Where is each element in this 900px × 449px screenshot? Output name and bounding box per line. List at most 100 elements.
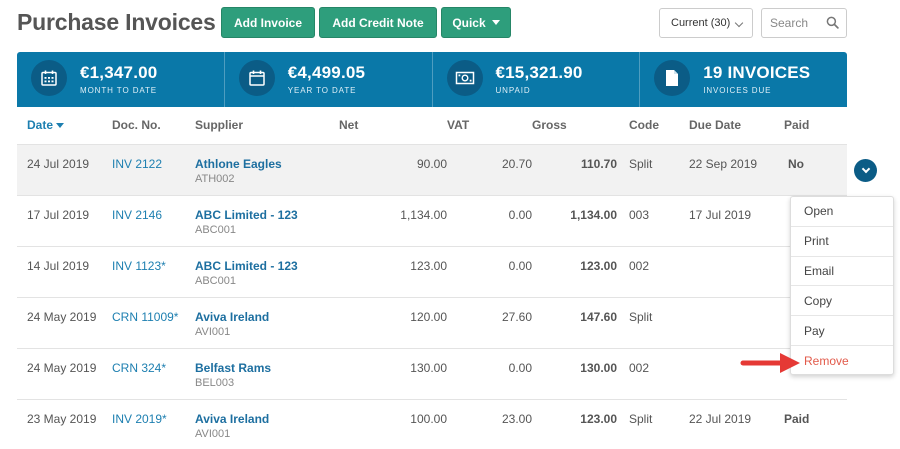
summary-banner: €1,347.00 MONTH TO DATE €4,499.05 YEAR T… — [17, 52, 847, 107]
search-box[interactable] — [761, 8, 847, 38]
stat-invoices-due: 19 INVOICES INVOICES DUE — [639, 52, 847, 107]
stat-value: 19 INVOICES — [703, 63, 811, 82]
cell-vat: 27.60 — [447, 297, 532, 349]
cell-net: 123.00 — [339, 246, 447, 298]
page-title: Purchase Invoices — [17, 9, 216, 35]
stat-label: INVOICES DUE — [703, 86, 772, 95]
annotation-arrow-icon — [740, 353, 800, 373]
menu-item-open[interactable]: Open — [791, 197, 893, 227]
quick-label: Quick — [452, 15, 486, 30]
table-header-row: Date Doc. No. Supplier Net VAT Gross Cod… — [17, 107, 847, 145]
menu-item-pay[interactable]: Pay — [791, 316, 893, 346]
column-header-supplier[interactable]: Supplier — [186, 107, 339, 145]
menu-item-remove[interactable]: Remove — [791, 346, 893, 376]
cell-due-date: 17 Jul 2019 — [671, 195, 767, 247]
supplier-code: ABC001 — [195, 274, 236, 287]
cell-code: Split — [617, 399, 671, 449]
search-icon[interactable] — [826, 16, 839, 29]
cell-due-date — [671, 246, 767, 298]
column-header-gross[interactable]: Gross — [532, 107, 617, 145]
doc-number-link[interactable]: CRN 11009* — [112, 310, 178, 324]
stat-value: €1,347.00 — [80, 63, 158, 82]
cell-net: 130.00 — [339, 348, 447, 400]
cell-date: 23 May 2019 — [17, 399, 103, 449]
quick-dropdown-button[interactable]: Quick — [441, 7, 511, 38]
column-header-net[interactable]: Net — [339, 107, 447, 145]
column-header-doc-no[interactable]: Doc. No. — [103, 107, 186, 145]
table-row[interactable]: 17 Jul 2019 INV 2146 ABC Limited - 123 AB… — [17, 195, 847, 247]
invoice-filter-select[interactable]: Current (30) — [659, 8, 753, 38]
column-header-vat[interactable]: VAT — [447, 107, 532, 145]
supplier-link[interactable]: Athlone Eagles — [195, 157, 339, 171]
stat-unpaid: €15,321.90 UNPAID — [431, 52, 640, 107]
doc-number-link[interactable]: INV 2146 — [112, 208, 162, 222]
supplier-link[interactable]: ABC Limited - 123 — [195, 208, 339, 222]
sort-desc-icon — [56, 123, 65, 129]
cell-gross: 1,134.00 — [532, 195, 617, 247]
supplier-code: AVI001 — [195, 427, 231, 440]
cell-vat: 0.00 — [447, 246, 532, 298]
stat-year-to-date: €4,499.05 YEAR TO DATE — [223, 52, 432, 107]
stat-month-to-date: €1,347.00 MONTH TO DATE — [17, 52, 224, 107]
cell-due-date — [671, 297, 767, 349]
calendar-month-icon — [31, 60, 67, 96]
filter-value: Current (30) — [671, 17, 731, 29]
paid-status: No — [767, 144, 847, 196]
column-header-date[interactable]: Date — [17, 107, 103, 145]
supplier-link[interactable]: Belfast Rams — [195, 361, 339, 375]
doc-number-link[interactable]: CRN 324* — [112, 361, 166, 375]
cell-vat: 0.00 — [447, 195, 532, 247]
cell-vat: 23.00 — [447, 399, 532, 449]
doc-number-link[interactable]: INV 1123* — [112, 259, 166, 273]
column-header-code[interactable]: Code — [617, 107, 671, 145]
table-row[interactable]: 23 May 2019 INV 2019* Aviva Ireland AVI00… — [17, 399, 847, 449]
table-row[interactable]: 14 Jul 2019 INV 1123* ABC Limited - 123 A… — [17, 246, 847, 298]
add-credit-note-button[interactable]: Add Credit Note — [319, 7, 437, 38]
table-row[interactable]: 24 Jul 2019 INV 2122 Athlone Eagles ATH00… — [17, 144, 847, 196]
cell-net: 100.00 — [339, 399, 447, 449]
cell-gross: 130.00 — [532, 348, 617, 400]
stat-label: YEAR TO DATE — [287, 86, 357, 95]
stat-label: MONTH TO DATE — [80, 86, 158, 95]
supplier-link[interactable]: Aviva Ireland — [195, 310, 339, 324]
chevron-down-icon — [734, 18, 744, 28]
stat-value: €15,321.90 — [495, 63, 583, 82]
stat-value: €4,499.05 — [287, 63, 366, 82]
table-row[interactable]: 24 May 2019 CRN 11009* Aviva Ireland AVI0… — [17, 297, 847, 349]
supplier-link[interactable]: ABC Limited - 123 — [195, 259, 339, 273]
cell-code: Split — [617, 297, 671, 349]
cell-net: 120.00 — [339, 297, 447, 349]
supplier-code: BEL003 — [195, 376, 235, 389]
cell-gross: 123.00 — [532, 399, 617, 449]
column-header-paid[interactable]: Paid — [767, 107, 847, 145]
cell-gross: 147.60 — [532, 297, 617, 349]
menu-item-print[interactable]: Print — [791, 227, 893, 257]
row-context-menu: Open Print Email Copy Pay Remove — [790, 196, 894, 375]
cell-code: 003 — [617, 195, 671, 247]
calendar-icon — [238, 60, 275, 96]
chevron-down-icon — [861, 164, 870, 174]
cell-due-date: 22 Jul 2019 — [671, 399, 767, 449]
document-icon — [654, 60, 691, 96]
row-actions-button[interactable] — [854, 159, 877, 182]
menu-item-email[interactable]: Email — [791, 257, 893, 287]
doc-number-link[interactable]: INV 2122 — [112, 157, 162, 171]
add-invoice-button[interactable]: Add Invoice — [221, 7, 315, 38]
supplier-link[interactable]: Aviva Ireland — [195, 412, 339, 426]
supplier-code: ATH002 — [195, 172, 235, 185]
cell-gross: 110.70 — [532, 144, 617, 196]
supplier-code: AVI001 — [195, 325, 231, 338]
invoices-table: Date Doc. No. Supplier Net VAT Gross Cod… — [17, 107, 847, 449]
column-header-due-date[interactable]: Due Date — [671, 107, 767, 145]
supplier-code: ABC001 — [195, 223, 236, 236]
menu-item-copy[interactable]: Copy — [791, 286, 893, 317]
search-input[interactable] — [770, 10, 830, 36]
cell-date: 17 Jul 2019 — [17, 195, 103, 247]
cell-gross: 123.00 — [532, 246, 617, 298]
cell-net: 90.00 — [339, 144, 447, 196]
cell-code: 002 — [617, 348, 671, 400]
doc-number-link[interactable]: INV 2019* — [112, 412, 167, 426]
table-row[interactable]: 24 May 2019 CRN 324* Belfast Rams BEL003 … — [17, 348, 847, 400]
stat-label: UNPAID — [495, 86, 531, 95]
cell-net: 1,134.00 — [339, 195, 447, 247]
